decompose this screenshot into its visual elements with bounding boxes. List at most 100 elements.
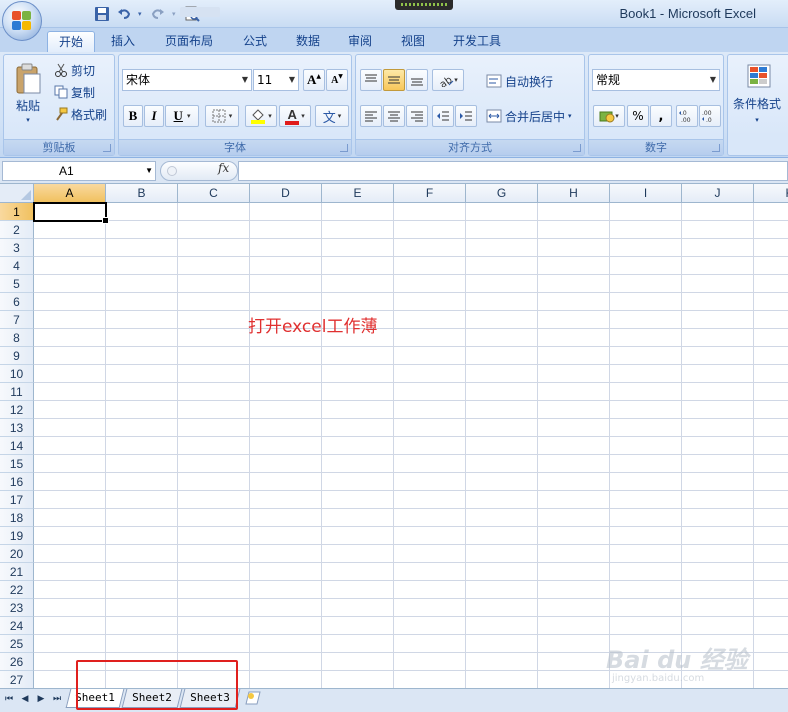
row-header-12[interactable]: 12 <box>0 401 34 419</box>
next-sheet-icon[interactable]: ▶ <box>34 692 48 706</box>
grow-font-button[interactable]: A ▲ <box>303 69 325 91</box>
column-header-c[interactable]: C <box>178 184 250 203</box>
number-format-combo[interactable]: 常规 ▼ <box>592 69 720 91</box>
row-header-26[interactable]: 26 <box>0 653 34 671</box>
row-header-8[interactable]: 8 <box>0 329 34 347</box>
wrap-text-button[interactable]: 自动换行 <box>486 71 553 91</box>
tab-view[interactable]: 视图 <box>391 31 435 52</box>
number-format-dropdown-icon[interactable]: ▼ <box>707 70 719 90</box>
increase-decimal-button[interactable]: .0.00 <box>676 105 698 127</box>
row-header-14[interactable]: 14 <box>0 437 34 455</box>
row-header-16[interactable]: 16 <box>0 473 34 491</box>
accounting-format-button[interactable]: ▾ <box>593 105 625 127</box>
cut-button[interactable]: 剪切 <box>54 60 95 80</box>
tab-data[interactable]: 数据 <box>286 31 330 52</box>
fill-color-button[interactable]: ▾ <box>245 105 277 127</box>
redo-icon[interactable] <box>150 6 166 22</box>
name-box-dropdown-icon[interactable]: ▼ <box>145 162 153 180</box>
row-header-6[interactable]: 6 <box>0 293 34 311</box>
row-header-7[interactable]: 7 <box>0 311 34 329</box>
tab-formulas[interactable]: 公式 <box>233 31 277 52</box>
column-header-a[interactable]: A <box>34 184 106 203</box>
decrease-indent-button[interactable] <box>432 105 454 127</box>
align-middle-button[interactable] <box>383 69 405 91</box>
redo-dropdown-icon[interactable]: ▾ <box>172 6 178 22</box>
row-header-1[interactable]: 1 <box>0 203 34 221</box>
clipboard-launcher-icon[interactable] <box>103 144 111 152</box>
row-header-18[interactable]: 18 <box>0 509 34 527</box>
row-header-20[interactable]: 20 <box>0 545 34 563</box>
last-sheet-icon[interactable]: ⏭ <box>50 692 64 706</box>
orientation-button[interactable]: ab ▾ <box>432 69 464 91</box>
row-header-17[interactable]: 17 <box>0 491 34 509</box>
row-header-5[interactable]: 5 <box>0 275 34 293</box>
paste-button[interactable]: 粘贴 ▾ <box>8 57 48 129</box>
row-header-27[interactable]: 27 <box>0 671 34 688</box>
font-color-button[interactable]: A ▾ <box>279 105 311 127</box>
row-header-24[interactable]: 24 <box>0 617 34 635</box>
insert-function-button[interactable]: fx <box>218 161 229 175</box>
font-size-combo[interactable]: 11 ▼ <box>253 69 299 91</box>
prev-sheet-icon[interactable]: ◀ <box>18 692 32 706</box>
underline-button[interactable]: U ▾ <box>165 105 199 127</box>
copy-button[interactable]: 复制 <box>54 82 95 102</box>
formula-input[interactable] <box>238 161 788 181</box>
tab-review[interactable]: 审阅 <box>338 31 382 52</box>
active-cell-a1[interactable] <box>33 202 109 224</box>
tab-developer[interactable]: 开发工具 <box>444 31 510 52</box>
font-name-combo[interactable]: 宋体 ▼ <box>122 69 252 91</box>
select-all-button[interactable] <box>0 184 34 203</box>
save-icon[interactable] <box>94 6 110 22</box>
column-header-h[interactable]: H <box>538 184 610 203</box>
column-header-e[interactable]: E <box>322 184 394 203</box>
align-bottom-button[interactable] <box>406 69 428 91</box>
comma-style-button[interactable]: , <box>650 105 672 127</box>
row-header-23[interactable]: 23 <box>0 599 34 617</box>
column-header-i[interactable]: I <box>610 184 682 203</box>
phonetic-button[interactable]: 文 ▾ <box>315 105 349 127</box>
align-top-button[interactable] <box>360 69 382 91</box>
borders-button[interactable]: ▾ <box>205 105 239 127</box>
row-header-11[interactable]: 11 <box>0 383 34 401</box>
undo-dropdown-icon[interactable]: ▾ <box>138 6 144 22</box>
name-box[interactable]: A1 ▼ <box>2 161 156 181</box>
format-painter-button[interactable]: 格式刷 <box>54 104 107 124</box>
shrink-font-button[interactable]: A ▼ <box>326 69 348 91</box>
row-header-19[interactable]: 19 <box>0 527 34 545</box>
office-button[interactable] <box>2 1 42 41</box>
column-header-d[interactable]: D <box>250 184 322 203</box>
row-header-9[interactable]: 9 <box>0 347 34 365</box>
row-header-13[interactable]: 13 <box>0 419 34 437</box>
percent-button[interactable]: % <box>627 105 649 127</box>
column-header-k[interactable]: K <box>754 184 788 203</box>
row-header-15[interactable]: 15 <box>0 455 34 473</box>
increase-indent-button[interactable] <box>455 105 477 127</box>
tab-home[interactable]: 开始 <box>47 31 95 52</box>
bold-button[interactable]: B <box>123 105 143 127</box>
undo-icon[interactable] <box>116 6 132 22</box>
first-sheet-icon[interactable]: ⏮ <box>2 692 16 706</box>
row-header-3[interactable]: 3 <box>0 239 34 257</box>
merge-center-button[interactable]: 合并后居中 ▾ <box>486 106 572 126</box>
row-header-10[interactable]: 10 <box>0 365 34 383</box>
row-header-4[interactable]: 4 <box>0 257 34 275</box>
conditional-format-button[interactable]: 条件格式 ▾ <box>730 57 784 129</box>
tab-insert[interactable]: 插入 <box>101 31 145 52</box>
font-name-dropdown-icon[interactable]: ▼ <box>239 70 251 90</box>
align-center-button[interactable] <box>383 105 405 127</box>
column-header-j[interactable]: J <box>682 184 754 203</box>
align-right-button[interactable] <box>406 105 428 127</box>
cell-area[interactable] <box>34 203 788 688</box>
number-launcher-icon[interactable] <box>712 144 720 152</box>
font-size-dropdown-icon[interactable]: ▼ <box>286 70 298 90</box>
row-header-25[interactable]: 25 <box>0 635 34 653</box>
insert-sheet-button[interactable] <box>244 690 264 706</box>
row-header-2[interactable]: 2 <box>0 221 34 239</box>
font-launcher-icon[interactable] <box>340 144 348 152</box>
column-header-b[interactable]: B <box>106 184 178 203</box>
tab-page-layout[interactable]: 页面布局 <box>156 31 222 52</box>
alignment-launcher-icon[interactable] <box>573 144 581 152</box>
row-header-22[interactable]: 22 <box>0 581 34 599</box>
align-left-button[interactable] <box>360 105 382 127</box>
column-header-g[interactable]: G <box>466 184 538 203</box>
